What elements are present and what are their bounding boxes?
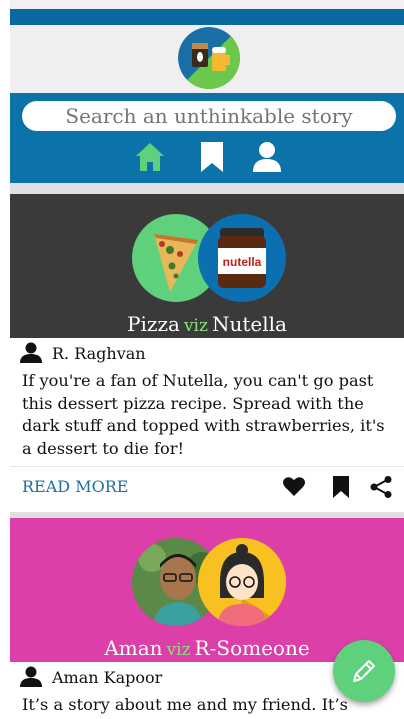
story-left: Aman: [104, 636, 163, 660]
search-input[interactable]: [22, 101, 396, 131]
divider: [10, 183, 404, 194]
story-actions: READ MORE: [10, 466, 404, 507]
svg-text:nutella: nutella: [223, 255, 262, 269]
nutella-image: nutella: [198, 214, 286, 302]
author-name: R. Raghvan: [52, 343, 146, 363]
bookmark-icon[interactable]: [196, 140, 228, 174]
read-more-link[interactable]: READ MORE: [22, 477, 128, 496]
author-name: Aman Kapoor: [52, 667, 163, 687]
pencil-icon: [353, 660, 375, 682]
story-right: R-Someone: [194, 636, 310, 660]
story-hero: Aman viz R-Someone: [10, 518, 404, 662]
heart-icon[interactable]: [282, 475, 306, 499]
story-excerpt: If you're a fan of Nutella, you can't go…: [22, 371, 385, 458]
avatar-illustration: [198, 538, 286, 626]
author-icon: [20, 342, 42, 363]
story-title: Pizza viz Nutella: [10, 312, 404, 336]
bookmark-icon[interactable]: [329, 475, 353, 499]
story-left: Pizza: [127, 312, 180, 336]
viz-label: viz: [183, 316, 208, 336]
author-row: R. Raghvan: [10, 338, 404, 368]
story-right: Nutella: [211, 312, 287, 336]
home-icon[interactable]: [134, 140, 166, 174]
user-icon[interactable]: [251, 140, 283, 174]
header: [10, 25, 404, 93]
story-card[interactable]: nutella Pizza viz Nutella R. Raghvan If yo…: [10, 194, 404, 512]
story-hero: nutella Pizza viz Nutella: [10, 194, 404, 338]
status-bar: [10, 9, 404, 25]
search-bar: [10, 93, 404, 183]
share-icon[interactable]: [369, 475, 393, 499]
viz-label: viz: [166, 640, 191, 660]
app-frame: nutella PizzavizNutella R. Raghvan If yo…: [10, 0, 404, 719]
write-story-button[interactable]: [333, 640, 395, 702]
nav-bar: [10, 140, 404, 176]
app-logo: [178, 27, 240, 89]
author-icon: [20, 666, 42, 687]
